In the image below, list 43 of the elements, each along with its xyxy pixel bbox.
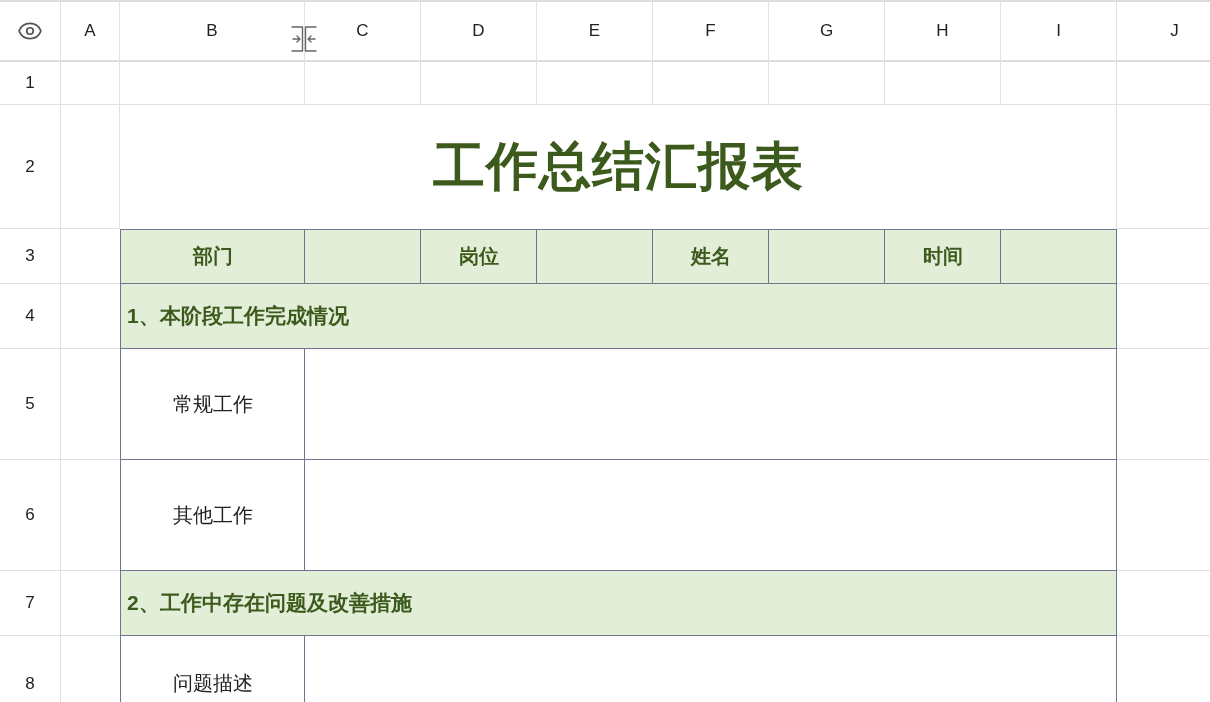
blank-cell[interactable] — [537, 229, 653, 284]
row-header[interactable]: 3 — [0, 229, 61, 284]
empty-cell[interactable] — [885, 62, 1001, 105]
empty-cell[interactable] — [537, 62, 653, 105]
blank-cell[interactable] — [1001, 229, 1117, 284]
column-header[interactable]: A — [61, 0, 120, 62]
row-label: 问题描述 — [120, 636, 305, 702]
row-header[interactable]: 1 — [0, 62, 61, 105]
empty-cell[interactable] — [120, 62, 305, 105]
row-header[interactable]: 4 — [0, 284, 61, 349]
empty-cell[interactable] — [1001, 62, 1117, 105]
column-resize-cursor-icon — [291, 26, 317, 52]
section-heading: 2、工作中存在问题及改善措施 — [120, 571, 1117, 636]
column-header[interactable]: J — [1117, 0, 1210, 62]
empty-cell[interactable] — [61, 105, 120, 229]
column-header[interactable]: E — [537, 0, 653, 62]
row-header[interactable]: 5 — [0, 349, 61, 460]
column-header[interactable]: G — [769, 0, 885, 62]
row-header[interactable]: 7 — [0, 571, 61, 636]
row-header[interactable]: 8 — [0, 636, 61, 702]
column-header[interactable]: C — [305, 0, 421, 62]
column-header[interactable]: F — [653, 0, 769, 62]
empty-cell[interactable] — [769, 62, 885, 105]
content-cell[interactable] — [305, 460, 1117, 571]
blank-cell[interactable] — [305, 229, 421, 284]
row-header[interactable]: 2 — [0, 105, 61, 229]
empty-cell[interactable] — [421, 62, 537, 105]
field-label: 时间 — [885, 229, 1001, 284]
row-header[interactable]: 6 — [0, 460, 61, 571]
row-label: 常规工作 — [120, 349, 305, 460]
empty-cell[interactable] — [653, 62, 769, 105]
field-label: 部门 — [120, 229, 305, 284]
blank-cell[interactable] — [769, 229, 885, 284]
field-label: 岗位 — [421, 229, 537, 284]
column-header[interactable]: D — [421, 0, 537, 62]
column-header[interactable]: H — [885, 0, 1001, 62]
section-heading: 1、本阶段工作完成情况 — [120, 284, 1117, 349]
row-label: 其他工作 — [120, 460, 305, 571]
empty-cell[interactable] — [61, 62, 120, 105]
field-label: 姓名 — [653, 229, 769, 284]
column-header[interactable]: I — [1001, 0, 1117, 62]
content-cell[interactable] — [305, 349, 1117, 460]
empty-cell[interactable] — [305, 62, 421, 105]
